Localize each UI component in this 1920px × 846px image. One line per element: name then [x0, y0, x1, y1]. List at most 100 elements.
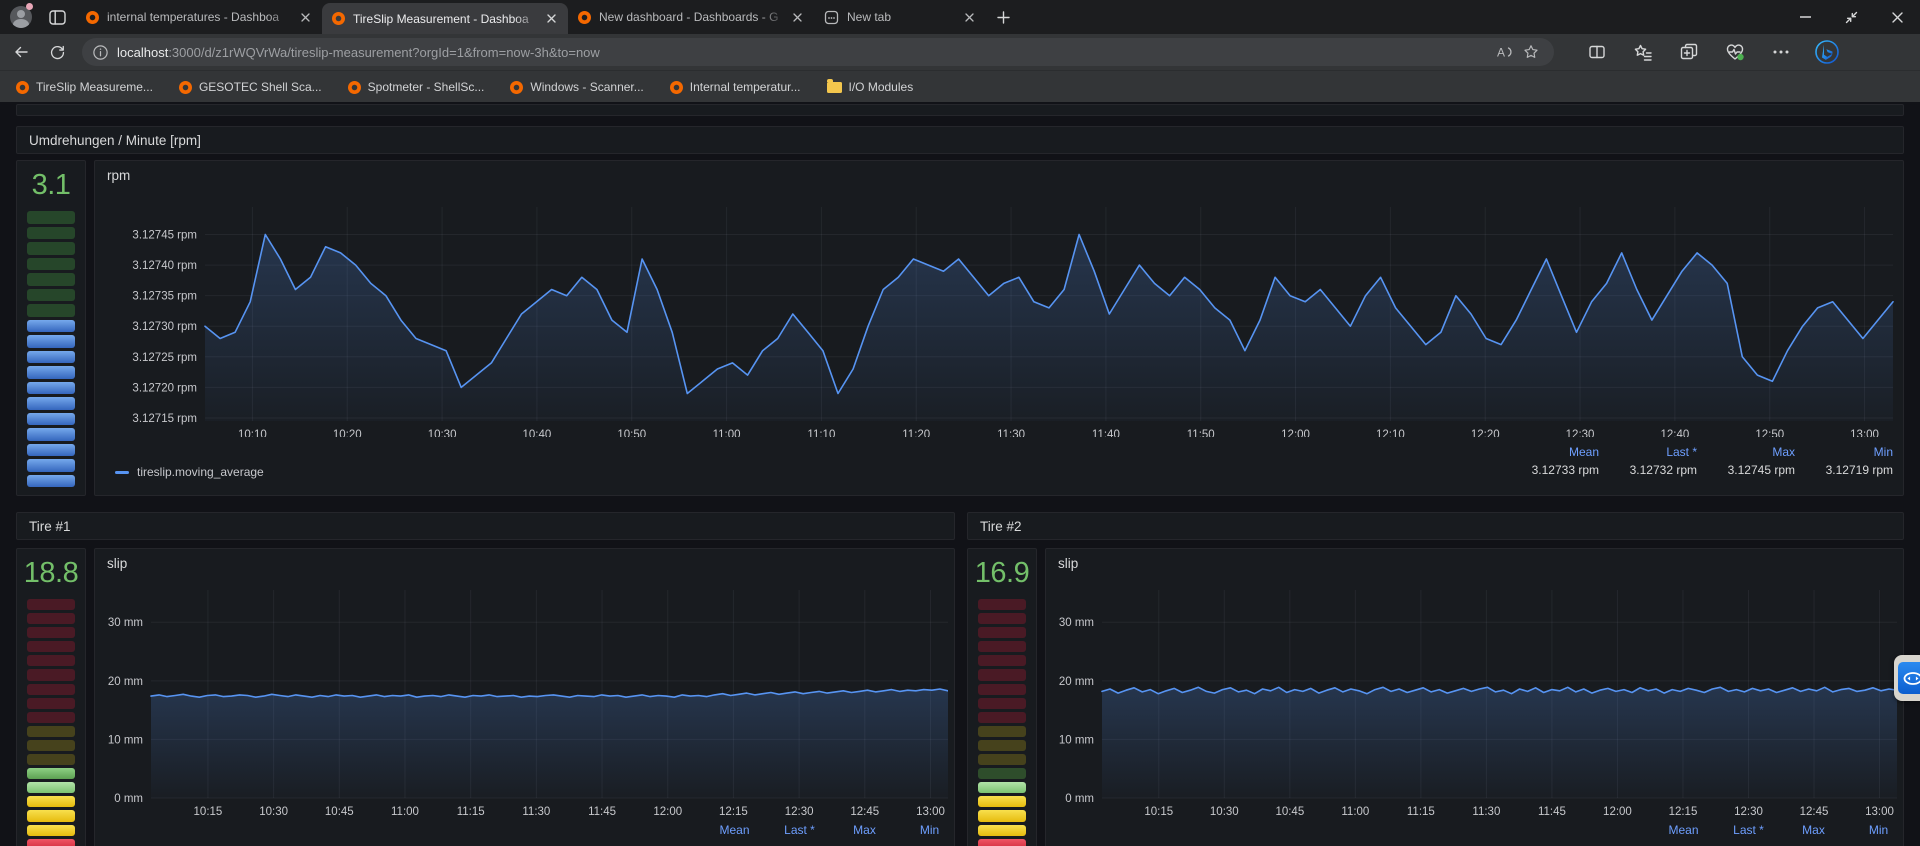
svg-text:12:30: 12:30	[785, 806, 814, 818]
bookmark-spotmeter[interactable]: Spotmeter - ShellSc...	[342, 75, 491, 99]
teamviewer-dock[interactable]	[1894, 655, 1920, 701]
tire1-gauge-value: 18.8	[17, 557, 85, 590]
bookmark-internal-temperatures[interactable]: Internal temperatur...	[664, 75, 807, 99]
tab-new-dashboard[interactable]: New dashboard - Dashboards - G	[568, 0, 814, 34]
stat-max-label[interactable]: Max	[832, 823, 897, 837]
stat-max-label[interactable]: Max	[1781, 823, 1846, 837]
stat-last-label[interactable]: Last *	[1716, 823, 1781, 837]
svg-text:0 mm: 0 mm	[1065, 793, 1094, 805]
panel-title-rpm[interactable]: rpm	[107, 168, 130, 183]
split-screen-button[interactable]	[1580, 37, 1614, 67]
refresh-icon	[49, 44, 66, 61]
bookmark-label: Windows - Scanner...	[530, 80, 643, 94]
tire1-legend-stats: Mean Last * Max Min	[702, 823, 962, 837]
back-button[interactable]	[6, 37, 36, 67]
lcd-segment	[978, 754, 1026, 765]
url-text[interactable]: localhost:3000/d/z1rWQVrWa/tireslip-meas…	[117, 45, 1492, 60]
restore-button[interactable]	[1828, 0, 1874, 34]
tab-title: internal temperatures - Dashboa	[107, 10, 296, 24]
stat-mean-label[interactable]: Mean	[1501, 443, 1599, 461]
bookmark-windows-scanner[interactable]: Windows - Scanner...	[504, 75, 649, 99]
rpm-legend[interactable]: tireslip.moving_average	[115, 465, 264, 479]
svg-text:12:40: 12:40	[1660, 429, 1689, 437]
stat-max-label[interactable]: Max	[1697, 443, 1795, 461]
url-bar[interactable]: localhost:3000/d/z1rWQVrWa/tireslip-meas…	[82, 38, 1554, 66]
svg-text:11:10: 11:10	[807, 429, 835, 437]
tire2-chart-plot[interactable]: 10:1510:3010:4511:0011:1511:3011:4512:00…	[1050, 579, 1897, 824]
series-name[interactable]: tireslip.moving_average	[137, 465, 264, 479]
copilot-bing-button[interactable]	[1810, 37, 1844, 67]
row-header-tire2[interactable]: Tire #2	[967, 512, 1904, 540]
lcd-segment	[27, 459, 75, 472]
panel-title-slip[interactable]: slip	[1058, 556, 1078, 571]
lcd-segment	[27, 289, 75, 302]
svg-text:3.12740 rpm: 3.12740 rpm	[132, 260, 197, 272]
svg-text:3.12745 rpm: 3.12745 rpm	[132, 230, 197, 242]
bookmark-io-modules-folder[interactable]: I/O Modules	[821, 75, 920, 99]
back-arrow-icon	[12, 43, 30, 61]
tab-close-button[interactable]	[542, 10, 560, 28]
tab-internal-temperatures[interactable]: internal temperatures - Dashboa	[76, 0, 322, 34]
minimize-button[interactable]	[1782, 0, 1828, 34]
rpm-lcd-gauge	[27, 211, 75, 487]
tab-title: New dashboard - Dashboards - G	[599, 10, 788, 24]
svg-text:10:30: 10:30	[259, 806, 288, 818]
stat-min-label[interactable]: Min	[1846, 823, 1911, 837]
svg-text:20 mm: 20 mm	[108, 676, 143, 688]
folder-icon	[827, 82, 842, 93]
refresh-button[interactable]	[42, 37, 72, 67]
collections-button[interactable]	[1672, 37, 1706, 67]
panel-title-slip[interactable]: slip	[107, 556, 127, 571]
svg-text:12:30: 12:30	[1734, 806, 1763, 818]
svg-text:30 mm: 30 mm	[1059, 617, 1094, 629]
rpm-chart-panel: rpm 10:1010:2010:3010:4010:5011:0011:101…	[94, 160, 1904, 496]
stat-min-label[interactable]: Min	[1795, 443, 1893, 461]
tire2-chart-panel: slip 10:1510:3010:4511:0011:1511:3011:45…	[1045, 548, 1904, 846]
bookmark-gesotec-shell[interactable]: GESOTEC Shell Sca...	[173, 75, 328, 99]
close-icon	[793, 13, 802, 22]
new-tab-button[interactable]	[990, 4, 1016, 30]
tab-tireslip-measurement[interactable]: TireSlip Measurement - Dashboa	[322, 3, 568, 34]
svg-text:12:50: 12:50	[1755, 429, 1784, 437]
grafana-favicon	[578, 11, 591, 24]
settings-more-button[interactable]	[1764, 37, 1798, 67]
bookmark-tireslip[interactable]: TireSlip Measureme...	[10, 75, 159, 99]
stat-min-label[interactable]: Min	[897, 823, 962, 837]
row-header-tire1[interactable]: Tire #1	[16, 512, 955, 540]
tab-close-button[interactable]	[960, 8, 978, 26]
lcd-segment	[978, 810, 1026, 821]
lcd-segment	[27, 740, 75, 751]
lcd-segment	[978, 740, 1026, 751]
browser-essentials-button[interactable]	[1718, 37, 1752, 67]
close-icon	[965, 13, 974, 22]
url-path: :3000/d/z1rWQVrWa/tireslip-measurement?o…	[168, 45, 599, 60]
stat-mean-label[interactable]: Mean	[702, 823, 767, 837]
workspaces-button[interactable]	[44, 4, 70, 30]
workspaces-icon	[49, 10, 66, 25]
row-header-rpm[interactable]: Umdrehungen / Minute [rpm]	[16, 126, 1904, 154]
svg-text:12:45: 12:45	[850, 806, 879, 818]
rpm-chart-plot[interactable]: 10:1010:2010:3010:4010:5011:0011:1011:20…	[99, 191, 1901, 437]
grafana-favicon	[179, 81, 192, 94]
rpm-gauge-value: 3.1	[17, 169, 85, 202]
lcd-segment	[27, 641, 75, 652]
svg-text:11:00: 11:00	[391, 806, 419, 818]
stat-mean-label[interactable]: Mean	[1651, 823, 1716, 837]
lcd-segment	[27, 397, 75, 410]
tab-new-tab[interactable]: New tab	[814, 0, 986, 34]
favorite-star-button[interactable]	[1518, 40, 1544, 64]
favorites-button[interactable]	[1626, 37, 1660, 67]
read-aloud-button[interactable]: A	[1492, 40, 1518, 64]
plus-icon	[997, 11, 1010, 24]
svg-text:12:00: 12:00	[1603, 806, 1632, 818]
lcd-segment	[27, 754, 75, 765]
stat-last-label[interactable]: Last *	[1599, 443, 1697, 461]
tab-close-button[interactable]	[788, 8, 806, 26]
tab-close-button[interactable]	[296, 8, 314, 26]
svg-text:13:00: 13:00	[916, 806, 945, 818]
tire1-chart-plot[interactable]: 10:1510:3010:4511:0011:1511:3011:4512:00…	[99, 579, 948, 824]
site-info-icon[interactable]	[92, 44, 109, 61]
close-window-button[interactable]	[1874, 0, 1920, 34]
stat-last-label[interactable]: Last *	[767, 823, 832, 837]
svg-text:10:45: 10:45	[325, 806, 354, 818]
